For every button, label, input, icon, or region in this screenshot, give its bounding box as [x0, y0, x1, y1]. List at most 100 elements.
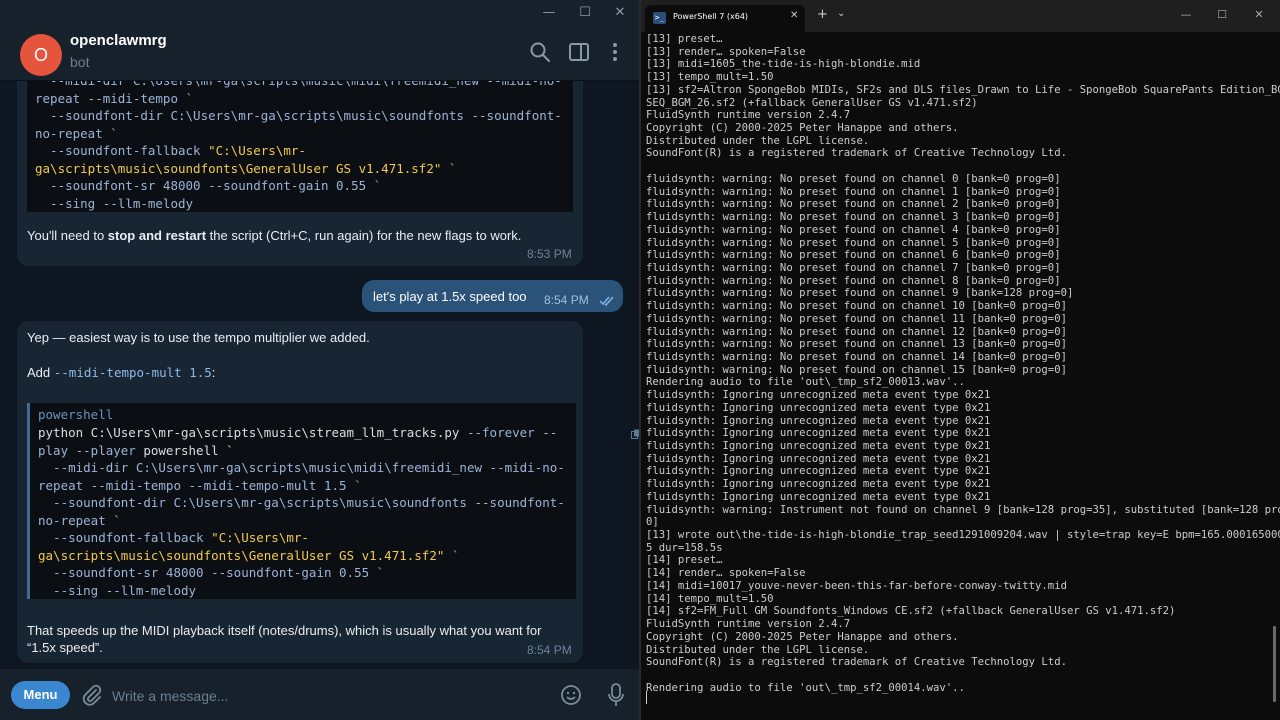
microphone-icon[interactable] [604, 682, 628, 708]
code-block[interactable]: --midi-dir C:\Users\mr-ga\scripts\music\… [27, 81, 573, 212]
code-token: "C:\Users\mr- [208, 143, 306, 158]
close-button[interactable]: ✕ [1244, 6, 1274, 24]
code-line: ga\scripts\music\soundfonts\GeneralUser … [35, 160, 456, 178]
code-token: python C:\Users\mr-ga\scripts\music\stre… [38, 425, 467, 440]
code-token: repeat --midi-tempo ` [35, 90, 194, 106]
code-token: no-repeat ` [35, 125, 118, 141]
close-button[interactable]: ✕ [605, 3, 635, 23]
terminal-line: SEQ_BGM_26.sf2 (+fallback GeneralUser GS… [646, 96, 978, 109]
code-line: play --player powershell ` [38, 442, 234, 460]
terminal-line: [13] render… spoken=False [646, 45, 806, 58]
terminal-line: fluidsynth: Ignoring unrecognized meta e… [646, 401, 991, 414]
terminal-tab[interactable]: >_ PowerShell 7 (x64) ✕ [645, 5, 805, 32]
terminal-tabbar: >_ PowerShell 7 (x64) ✕ + ⌄ — ☐ ✕ [641, 0, 1280, 32]
terminal-line: [14] preset… [646, 554, 723, 567]
terminal-line: fluidsynth: warning: No preset found on … [646, 274, 1061, 287]
terminal-scrollbar[interactable] [1273, 626, 1276, 702]
terminal-line: fluidsynth: warning: Instrument not foun… [646, 503, 1280, 516]
terminal-line: Distributed under the LGPL license. [646, 134, 870, 147]
terminal-line: Rendering audio to file 'out\_tmp_sf2_00… [646, 376, 965, 389]
code-token: --soundfont-sr 48000 --soundfont-gain 0.… [35, 178, 382, 193]
terminal-line: fluidsynth: Ignoring unrecognized meta e… [646, 490, 991, 503]
inline-code[interactable]: --midi-tempo-mult 1.5 [54, 365, 212, 380]
terminal-line: fluidsynth: warning: No preset found on … [646, 350, 1067, 363]
maximize-button[interactable]: ☐ [570, 3, 600, 23]
terminal-line: [13] tempo_mult=1.50 [646, 71, 774, 84]
code-token: play --player [38, 442, 144, 458]
code-token: powershell ` [143, 442, 234, 458]
attach-icon[interactable] [80, 683, 104, 707]
terminal-line: [14] sf2=FM_Full GM Soundfonts_Windows C… [646, 605, 1176, 618]
copy-icon[interactable] [556, 408, 640, 439]
code-language-label: powershell [38, 407, 114, 422]
outgoing-message[interactable]: let's play at 1.5x speed too 8:54 PM [362, 280, 623, 312]
code-token: "C:\Users\mr- [211, 530, 309, 545]
tab-dropdown-button[interactable]: ⌄ [837, 8, 845, 19]
code-token: ga\scripts\music\soundfonts\GeneralUser … [35, 160, 442, 176]
terminal-line: fluidsynth: Ignoring unrecognized meta e… [646, 465, 991, 478]
minimize-button[interactable]: — [534, 3, 564, 23]
terminal-line: fluidsynth: warning: No preset found on … [646, 185, 1061, 198]
terminal-line: fluidsynth: warning: No preset found on … [646, 287, 1074, 300]
avatar[interactable]: O [20, 34, 62, 76]
terminal-line: fluidsynth: Ignoring unrecognized meta e… [646, 478, 991, 491]
code-token: --forever -- [466, 425, 558, 440]
code-line: --sing --llm-melody [38, 582, 196, 600]
code-token: --midi-dir C:\Users\mr-ga\scripts\music\… [35, 81, 562, 88]
code-line: --soundfont-dir C:\Users\mr-ga\scripts\m… [38, 494, 565, 512]
tab-close-button[interactable]: ✕ [790, 10, 798, 21]
terminal-line: [14] tempo_mult=1.50 [646, 592, 774, 605]
telegram-titlebar: — ☐ ✕ [0, 0, 640, 26]
terminal-line: SoundFont(R) is a registered trademark o… [646, 656, 1067, 669]
terminal-line: [14] render… spoken=False [646, 567, 806, 580]
terminal-window: >_ PowerShell 7 (x64) ✕ + ⌄ — ☐ ✕ [13] p… [641, 0, 1280, 720]
new-tab-button[interactable]: + [817, 7, 828, 22]
terminal-line: fluidsynth: Ignoring unrecognized meta e… [646, 414, 991, 427]
terminal-line: fluidsynth: warning: No preset found on … [646, 338, 1067, 351]
incoming-message[interactable]: --midi-dir C:\Users\mr-ga\scripts\music\… [17, 81, 583, 266]
more-vertical-icon[interactable] [603, 40, 627, 64]
terminal-line: fluidsynth: Ignoring unrecognized meta e… [646, 440, 991, 452]
terminal-line: fluidsynth: warning: No preset found on … [646, 236, 1061, 249]
code-block[interactable]: powershell python C:\Users\mr-ga\scripts… [27, 403, 640, 600]
code-token: ` [441, 160, 457, 176]
terminal-output[interactable]: [13] preset… [13] render… spoken=False [13… [646, 33, 1280, 694]
terminal-line: fluidsynth: warning: No preset found on … [646, 211, 1061, 224]
terminal-line: fluidsynth: warning: No preset found on … [646, 312, 1067, 325]
code-line: --soundfont-fallback "C:\Users\mr- [35, 142, 306, 160]
minimize-button[interactable]: — [1171, 6, 1201, 24]
search-icon[interactable] [528, 40, 552, 64]
double-check-icon [599, 294, 617, 307]
terminal-line: 0] [646, 516, 659, 529]
incoming-message[interactable]: Yep — easiest way is to use the tempo mu… [17, 321, 640, 663]
menu-button[interactable]: Menu [11, 681, 70, 709]
message-list[interactable]: --midi-dir C:\Users\mr-ga\scripts\music\… [0, 81, 640, 669]
message-input[interactable] [110, 684, 534, 708]
code-token: ga\scripts\music\soundfonts\GeneralUser … [38, 547, 445, 563]
code-line: repeat --midi-tempo ` [35, 90, 193, 108]
code-line: --soundfont-fallback "C:\Users\mr- [38, 529, 309, 547]
terminal-line: Distributed under the LGPL license. [646, 643, 870, 656]
message-time: 8:54 PM [527, 643, 572, 657]
terminal-line: fluidsynth: warning: No preset found on … [646, 261, 1061, 274]
code-line: --soundfont-sr 48000 --soundfont-gain 0.… [35, 177, 381, 195]
code-token: --soundfont-dir C:\Users\mr-ga\scripts\m… [35, 108, 562, 123]
terminal-cursor [646, 691, 647, 704]
maximize-button[interactable]: ☐ [1207, 6, 1237, 24]
message-time: 8:53 PM [527, 247, 572, 261]
message-text: let's play at 1.5x speed too [373, 289, 527, 304]
code-token: repeat --midi-tempo --midi-tempo-mult 1.… [38, 477, 362, 493]
code-token: --soundfont-sr 48000 --soundfont-gain 0.… [38, 565, 385, 580]
terminal-line: fluidsynth: warning: No preset found on … [646, 249, 1061, 262]
sidebar-toggle-icon[interactable] [567, 40, 591, 64]
code-line: --midi-dir C:\Users\mr-ga\scripts\music\… [35, 81, 562, 90]
chat-title[interactable]: openclawmrg [70, 32, 167, 49]
emoji-icon[interactable] [559, 683, 583, 707]
message-composer: Menu [0, 669, 640, 720]
terminal-line: fluidsynth: Ignoring unrecognized meta e… [646, 427, 991, 440]
code-token: --sing --llm-melody [35, 195, 194, 211]
terminal-line: FluidSynth runtime version 2.4.7 [646, 109, 851, 122]
message-text: “1.5x speed”. [27, 640, 103, 655]
